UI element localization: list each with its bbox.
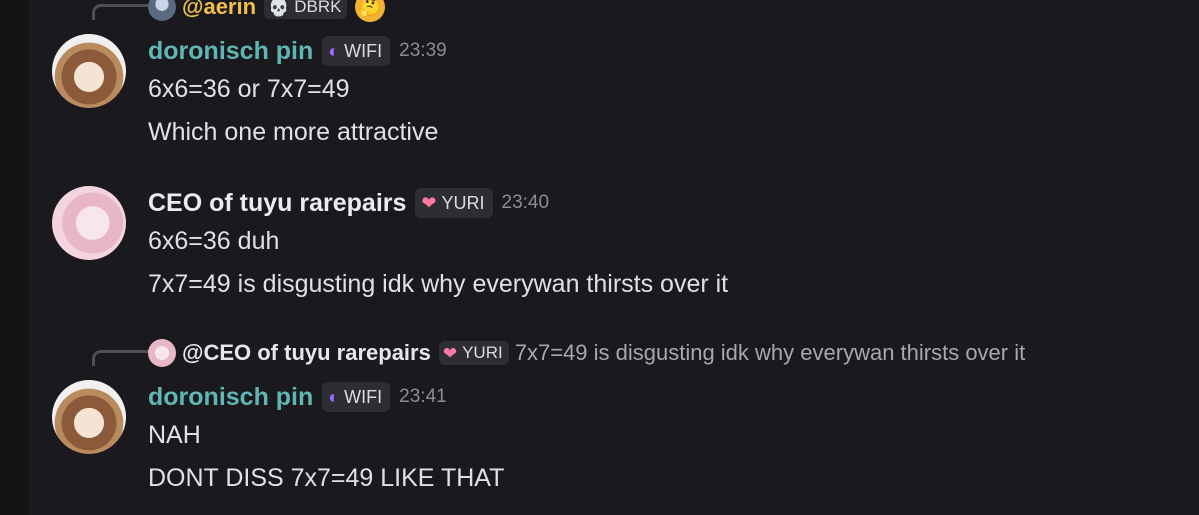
reply-username[interactable]: @aerin [182, 0, 256, 20]
reply-reference[interactable]: @aerin 💀 DBRK 🤔 [148, 0, 386, 22]
message-line: 6x6=36 duh [148, 227, 280, 255]
message-line: NAH [148, 421, 201, 449]
message-line: Which one more attractive [148, 118, 439, 146]
heart-icon: ❤ [421, 193, 437, 213]
message-line: 7x7=49 is disgusting idk why everywan th… [148, 270, 729, 298]
reply-avatar[interactable] [148, 0, 176, 21]
reply-username[interactable]: @CEO of tuyu rarepairs [182, 340, 431, 366]
role-tag: ◐ WIFI [322, 382, 391, 412]
author-name[interactable]: doronisch pin [148, 37, 313, 66]
avatar[interactable] [52, 380, 126, 454]
timestamp: 23:39 [399, 40, 447, 61]
skull-icon: 💀 [268, 0, 290, 17]
role-tag: 💀 DBRK [264, 0, 348, 19]
reply-reference[interactable]: @CEO of tuyu rarepairs ❤ YURI 7x7=49 is … [148, 338, 1025, 368]
role-tag-label: WIFI [344, 40, 383, 61]
crescent-moon-icon: ◐ [328, 41, 340, 61]
crescent-moon-icon: ◐ [328, 387, 340, 407]
reply-connector [92, 4, 150, 20]
reply-connector [92, 350, 150, 366]
server-sidebar-edge [0, 0, 31, 515]
author-name[interactable]: CEO of tuyu rarepairs [148, 189, 406, 218]
role-tag: ❤ YURI [415, 188, 493, 218]
author-name[interactable]: doronisch pin [148, 383, 313, 412]
reply-avatar[interactable] [148, 339, 176, 367]
role-tag-label: YURI [462, 343, 503, 362]
role-tag-label: WIFI [344, 386, 383, 407]
timestamp: 23:41 [399, 386, 447, 407]
thinking-emoji-icon: 🤔 [355, 0, 386, 22]
message-line: 6x6=36 or 7x7=49 [148, 75, 350, 103]
role-tag-label: DBRK [294, 0, 342, 16]
role-tag: ❤ YURI [438, 341, 509, 365]
timestamp: 23:40 [501, 192, 550, 213]
reply-preview-text[interactable]: 7x7=49 is disgusting idk why everywan th… [515, 340, 1026, 366]
role-tag: ◐ WIFI [322, 36, 391, 66]
message-list: @aerin 💀 DBRK 🤔 doronisch pin ◐ WIFI 23:… [30, 0, 1199, 515]
message-line: DONT DISS 7x7=49 LIKE THAT [148, 464, 505, 492]
role-tag-label: YURI [441, 192, 485, 213]
avatar[interactable] [52, 34, 126, 108]
heart-icon: ❤ [442, 343, 458, 363]
avatar[interactable] [52, 186, 126, 260]
